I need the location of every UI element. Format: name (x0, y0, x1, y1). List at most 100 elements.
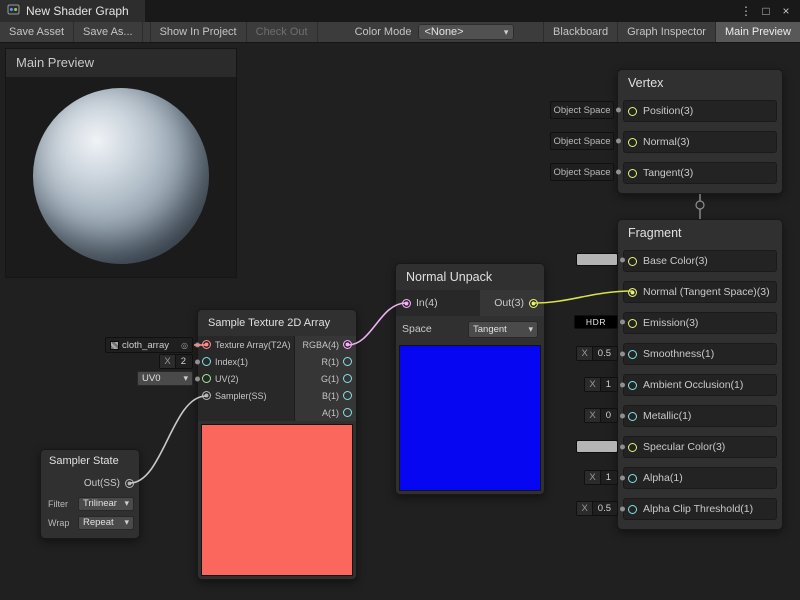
slot-a: A(1) (295, 404, 356, 421)
field-value[interactable]: 2 (176, 355, 192, 368)
port-b-icon[interactable] (343, 391, 352, 400)
normal-unpack-ports: In(4) Out(3) (396, 290, 544, 316)
output-ports-column: RGBA(4) R(1) G(1) B(1) A(1) (295, 336, 356, 421)
port-uv-icon[interactable] (202, 374, 211, 383)
port-base-color-icon[interactable] (628, 257, 637, 266)
port-g-icon[interactable] (343, 374, 352, 383)
port-ambient-occlusion-icon[interactable] (628, 381, 637, 390)
field-value[interactable]: 1 (601, 378, 617, 391)
sample-texture-2d-array-node[interactable]: Sample Texture 2D Array Texture Array(T2… (197, 309, 357, 580)
normal-space-tag[interactable]: Object Space (550, 132, 614, 150)
port-alpha-icon[interactable] (628, 474, 637, 483)
main-preview-toggle[interactable]: Main Preview (715, 22, 800, 42)
port-in4-icon[interactable] (402, 299, 411, 308)
slot-sampler: Sampler(SS) (198, 387, 294, 404)
save-as-button[interactable]: Save As... (74, 22, 143, 42)
port-emission-icon[interactable] (628, 319, 637, 328)
color-mode-dropdown[interactable]: <None> ▾ (418, 24, 514, 40)
metallic-field[interactable]: X 0 (584, 408, 618, 423)
wrap-dropdown[interactable]: Repeat ▾ (78, 516, 134, 530)
color-mode-value: <None> (424, 26, 463, 38)
tag-label: Object Space (553, 105, 610, 116)
port-sampler-icon[interactable] (202, 391, 211, 400)
emission-hdr-field[interactable]: HDR (574, 315, 618, 329)
port-rgba-icon[interactable] (343, 340, 352, 349)
fragment-node[interactable]: Fragment Base Color(3) Normal (Tangent S… (617, 219, 783, 530)
show-in-project-button[interactable]: Show In Project (150, 22, 247, 42)
base-color-swatch[interactable] (576, 253, 618, 266)
texture-array-object-field[interactable]: cloth_array ◎ (105, 337, 193, 353)
wrap-row: Wrap Repeat ▾ (41, 513, 139, 532)
main-preview-panel[interactable]: Main Preview (5, 48, 237, 278)
edge-samplerstate-to-sampler[interactable] (130, 396, 206, 483)
blackboard-toggle[interactable]: Blackboard (543, 22, 617, 42)
vertex-node-title: Vertex (618, 70, 782, 96)
filter-row: Filter Trilinear ▾ (41, 494, 139, 513)
specular-color-swatch[interactable] (576, 440, 618, 453)
slot-out-ss: Out(SS) (41, 472, 139, 494)
field-value[interactable]: 0.5 (593, 502, 617, 515)
slot-label: UV(2) (215, 374, 239, 384)
graph-canvas[interactable]: Main Preview Vertex Position(3) Normal(3… (0, 43, 800, 600)
slot-normal-tangent-space: Normal (Tangent Space)(3) (623, 281, 777, 303)
port-a-icon[interactable] (343, 408, 352, 417)
uv-value: UV0 (142, 373, 160, 384)
port-metallic-icon[interactable] (628, 412, 637, 421)
slot-ambient-occlusion: Ambient Occlusion(1) (623, 374, 777, 396)
slot-label: Tangent(3) (643, 167, 693, 179)
title-bar: New Shader Graph ⋮ □ × (0, 0, 800, 22)
port-position-icon[interactable] (628, 107, 637, 116)
port-smoothness-icon[interactable] (628, 350, 637, 359)
slot-metallic: Metallic(1) (623, 405, 777, 427)
fragment-node-body: Base Color(3) Normal (Tangent Space)(3) … (618, 246, 782, 520)
sampler-state-node[interactable]: Sampler State Out(SS) Filter Trilinear ▾… (40, 449, 140, 539)
port-tangent-icon[interactable] (628, 169, 637, 178)
texture-name: cloth_array (122, 340, 169, 351)
field-value[interactable]: 0 (601, 409, 617, 422)
index-field[interactable]: X 2 (159, 354, 193, 369)
alpha-field[interactable]: X 1 (584, 470, 618, 485)
object-picker-icon[interactable]: ◎ (181, 341, 188, 350)
axis-label: X (577, 502, 592, 515)
vertex-node[interactable]: Vertex Position(3) Normal(3) Tangent(3) (617, 69, 783, 194)
port-texture-array-icon[interactable] (202, 340, 211, 349)
field-value[interactable]: 0.5 (593, 347, 617, 360)
port-out3-icon[interactable] (529, 299, 538, 308)
maximize-icon[interactable]: □ (756, 0, 776, 22)
alpha-clip-threshold-field[interactable]: X 0.5 (576, 501, 618, 516)
filter-value: Trilinear (83, 498, 117, 509)
port-normal-icon[interactable] (628, 138, 637, 147)
filter-dropdown[interactable]: Trilinear ▾ (78, 497, 134, 511)
uv-channel-dropdown[interactable]: UV0 ▾ (137, 371, 193, 386)
normal-unpack-node[interactable]: Normal Unpack In(4) Out(3) Space Tangent… (395, 263, 545, 495)
shader-graph-icon (7, 3, 20, 19)
port-alpha-clip-icon[interactable] (628, 505, 637, 514)
ambient-occlusion-field[interactable]: X 1 (584, 377, 618, 392)
vertex-fragment-connector-icon[interactable] (696, 201, 704, 209)
fragment-node-title: Fragment (618, 220, 782, 246)
normal-unpack-in-slot: In(4) (396, 290, 480, 316)
slot-label: In(4) (416, 297, 438, 309)
slot-label: Ambient Occlusion(1) (643, 379, 743, 391)
port-normal-tangent-icon[interactable] (628, 288, 637, 297)
field-value[interactable]: 1 (601, 471, 617, 484)
space-dropdown[interactable]: Tangent ▾ (468, 321, 538, 338)
chevron-down-icon: ▾ (528, 324, 533, 335)
slot-label: Base Color(3) (643, 255, 708, 267)
port-index-icon[interactable] (202, 357, 211, 366)
hdr-label: HDR (586, 317, 606, 327)
document-tab[interactable]: New Shader Graph (0, 0, 145, 22)
smoothness-field[interactable]: X 0.5 (576, 346, 618, 361)
kebab-menu-icon[interactable]: ⋮ (736, 0, 756, 22)
tangent-space-tag[interactable]: Object Space (550, 163, 614, 181)
port-out-ss-icon[interactable] (125, 479, 134, 488)
tag-label: Object Space (553, 167, 610, 178)
close-icon[interactable]: × (776, 0, 796, 22)
check-out-button[interactable]: Check Out (247, 22, 318, 42)
position-space-tag[interactable]: Object Space (550, 101, 614, 119)
port-specular-color-icon[interactable] (628, 443, 637, 452)
wrap-value: Repeat (83, 517, 114, 528)
save-asset-button[interactable]: Save Asset (0, 22, 74, 42)
graph-inspector-toggle[interactable]: Graph Inspector (617, 22, 715, 42)
port-r-icon[interactable] (343, 357, 352, 366)
